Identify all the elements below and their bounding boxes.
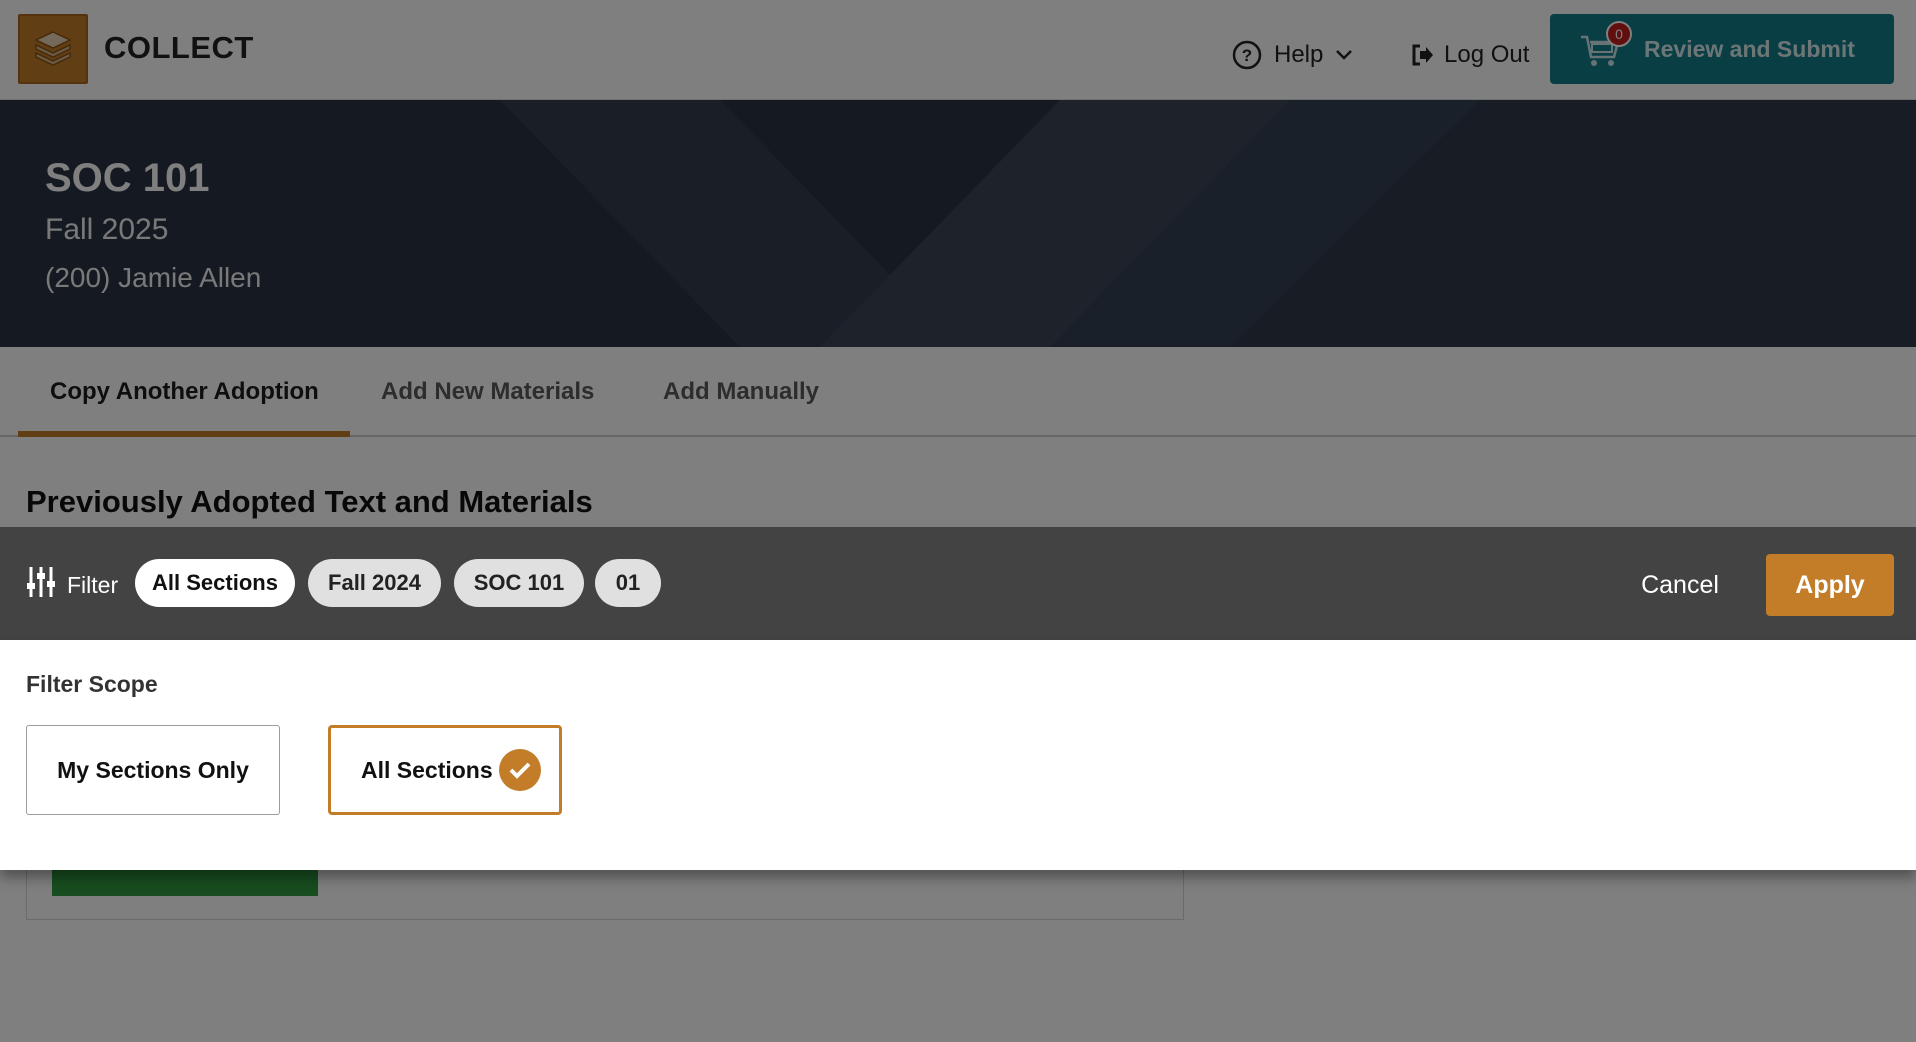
- scope-option-label: All Sections: [361, 756, 493, 783]
- scope-option-label: My Sections Only: [57, 756, 249, 783]
- filter-sliders-icon: [26, 565, 56, 599]
- filter-chip-all-sections[interactable]: All Sections: [135, 559, 295, 607]
- filter-scope-panel: Filter Scope My Sections Only All Sectio…: [0, 640, 1916, 870]
- scope-option-all-sections[interactable]: All Sections: [328, 725, 562, 815]
- modal-backdrop[interactable]: [0, 0, 1916, 1042]
- apply-button[interactable]: Apply: [1766, 554, 1894, 616]
- page: COLLECT ? Help Log Out: [0, 0, 1916, 1042]
- filter-label: Filter: [67, 572, 119, 598]
- filter-chip-soc-101[interactable]: SOC 101: [454, 559, 584, 607]
- filter-chip-section-01[interactable]: 01: [595, 559, 661, 607]
- filter-chip-fall-2024[interactable]: Fall 2024: [308, 559, 441, 607]
- scope-option-my-sections[interactable]: My Sections Only: [26, 725, 280, 815]
- cancel-button[interactable]: Cancel: [1620, 559, 1740, 611]
- filter-scope-title: Filter Scope: [26, 671, 158, 697]
- check-circle-icon: [498, 749, 541, 791]
